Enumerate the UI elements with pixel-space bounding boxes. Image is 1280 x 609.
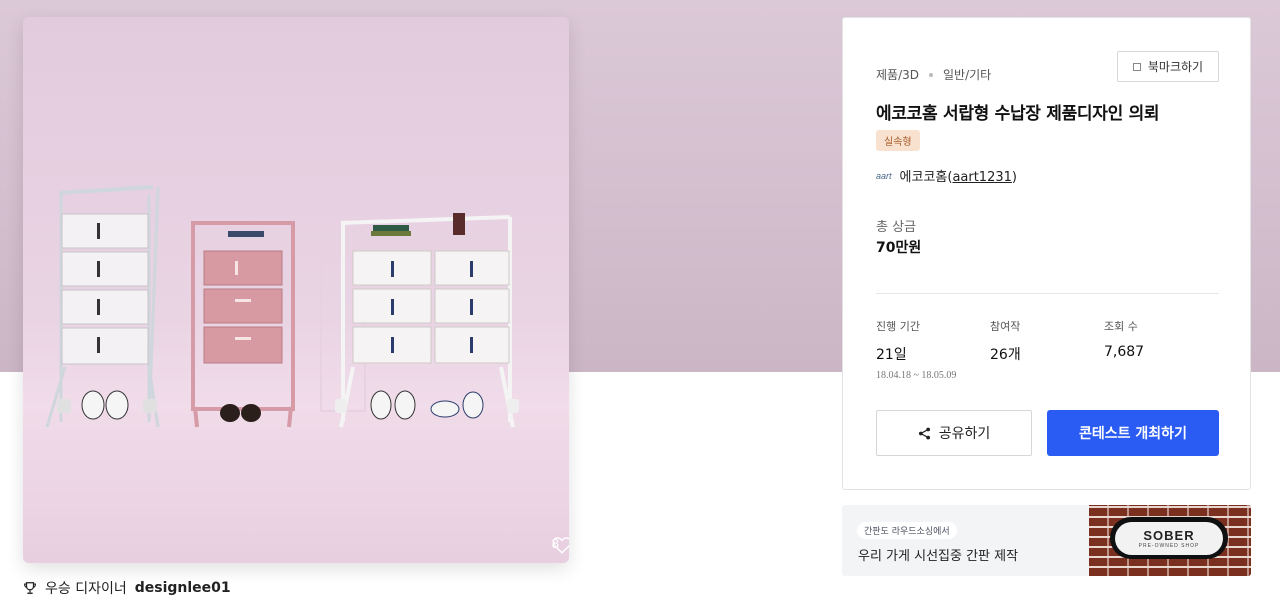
share-label: 공유하기 bbox=[938, 426, 991, 442]
breadcrumb-separator bbox=[929, 72, 933, 77]
owner-logo: aart bbox=[876, 170, 892, 181]
share-icon bbox=[918, 427, 930, 439]
sober-signboard-image: SOBER PRE-OWNED SHOP bbox=[1110, 517, 1228, 559]
contest-owner: aart 에코코홈(aart1231) bbox=[876, 166, 1017, 185]
owner-id-close-paren: ) bbox=[1011, 170, 1017, 185]
contest-info-card: 제품/3D 일반/기타 북마크하기 에코코홈 서랍형 수납장 제품디자인 의뢰 … bbox=[842, 17, 1251, 490]
duration-label: 진행 기간 bbox=[876, 320, 920, 333]
banner-headline: 우리 가게 시선집중 간판 제작 bbox=[858, 549, 1019, 564]
sign-sub-text: PRE-OWNED SHOP bbox=[1138, 542, 1200, 549]
banner-tag: 간판도 라우드소싱에서 bbox=[857, 522, 957, 539]
stat-entries: 참여작 26개 bbox=[990, 318, 1021, 364]
contest-title: 에코코홈 서랍형 수납장 제품디자인 의뢰 bbox=[876, 104, 1160, 124]
owner-name: 에코코홈 bbox=[899, 170, 948, 185]
bookmark-button[interactable]: 북마크하기 bbox=[1117, 51, 1219, 82]
storage-cabinets-illustration bbox=[45, 185, 519, 428]
sign-brand-text: SOBER bbox=[1143, 527, 1195, 543]
breadcrumb-subcategory[interactable]: 일반/기타 bbox=[943, 66, 991, 83]
stat-duration: 진행 기간 21일 18.04.18 ~ 18.05.09 bbox=[876, 318, 956, 381]
views-value: 7,687 bbox=[1104, 344, 1145, 360]
grey-cabinet bbox=[45, 185, 160, 428]
winner-designer-name[interactable]: designlee01 bbox=[135, 580, 231, 596]
white-cabinet bbox=[335, 213, 519, 428]
like-button[interactable]: 8 bbox=[552, 536, 569, 554]
prize-value: 70만원 bbox=[876, 240, 922, 256]
bookmark-icon bbox=[1132, 62, 1141, 71]
views-label: 조회 수 bbox=[1104, 320, 1138, 333]
entries-value: 26개 bbox=[990, 347, 1021, 363]
bookmark-label: 북마크하기 bbox=[1147, 60, 1204, 74]
prize-label: 총 상금 bbox=[876, 220, 917, 235]
host-contest-button[interactable]: 콘테스트 개최하기 bbox=[1047, 410, 1219, 456]
tier-badge: 실속형 bbox=[876, 130, 920, 151]
duration-value: 21일 bbox=[876, 347, 907, 363]
breadcrumb: 제품/3D 일반/기타 bbox=[876, 66, 991, 83]
trophy-icon bbox=[24, 582, 36, 594]
pink-cabinet bbox=[191, 221, 295, 428]
contest-main-image[interactable]: 8 bbox=[23, 17, 569, 563]
signboard-ad-banner[interactable]: 간판도 라우드소싱에서 우리 가게 시선집중 간판 제작 SOBER PRE-O… bbox=[842, 505, 1251, 576]
breadcrumb-category[interactable]: 제품/3D bbox=[876, 66, 919, 83]
heart-icon bbox=[552, 537, 569, 554]
owner-id-link[interactable]: aart1231 bbox=[952, 170, 1011, 185]
entries-label: 참여작 bbox=[990, 320, 1021, 333]
share-button[interactable]: 공유하기 bbox=[876, 410, 1032, 456]
duration-range: 18.04.18 ~ 18.05.09 bbox=[876, 370, 957, 381]
stat-views: 조회 수 7,687 bbox=[1104, 318, 1144, 360]
winning-designer: 우승 디자이너 designlee01 bbox=[23, 578, 231, 598]
winner-prefix: 우승 디자이너 bbox=[45, 581, 127, 597]
divider bbox=[876, 293, 1219, 294]
